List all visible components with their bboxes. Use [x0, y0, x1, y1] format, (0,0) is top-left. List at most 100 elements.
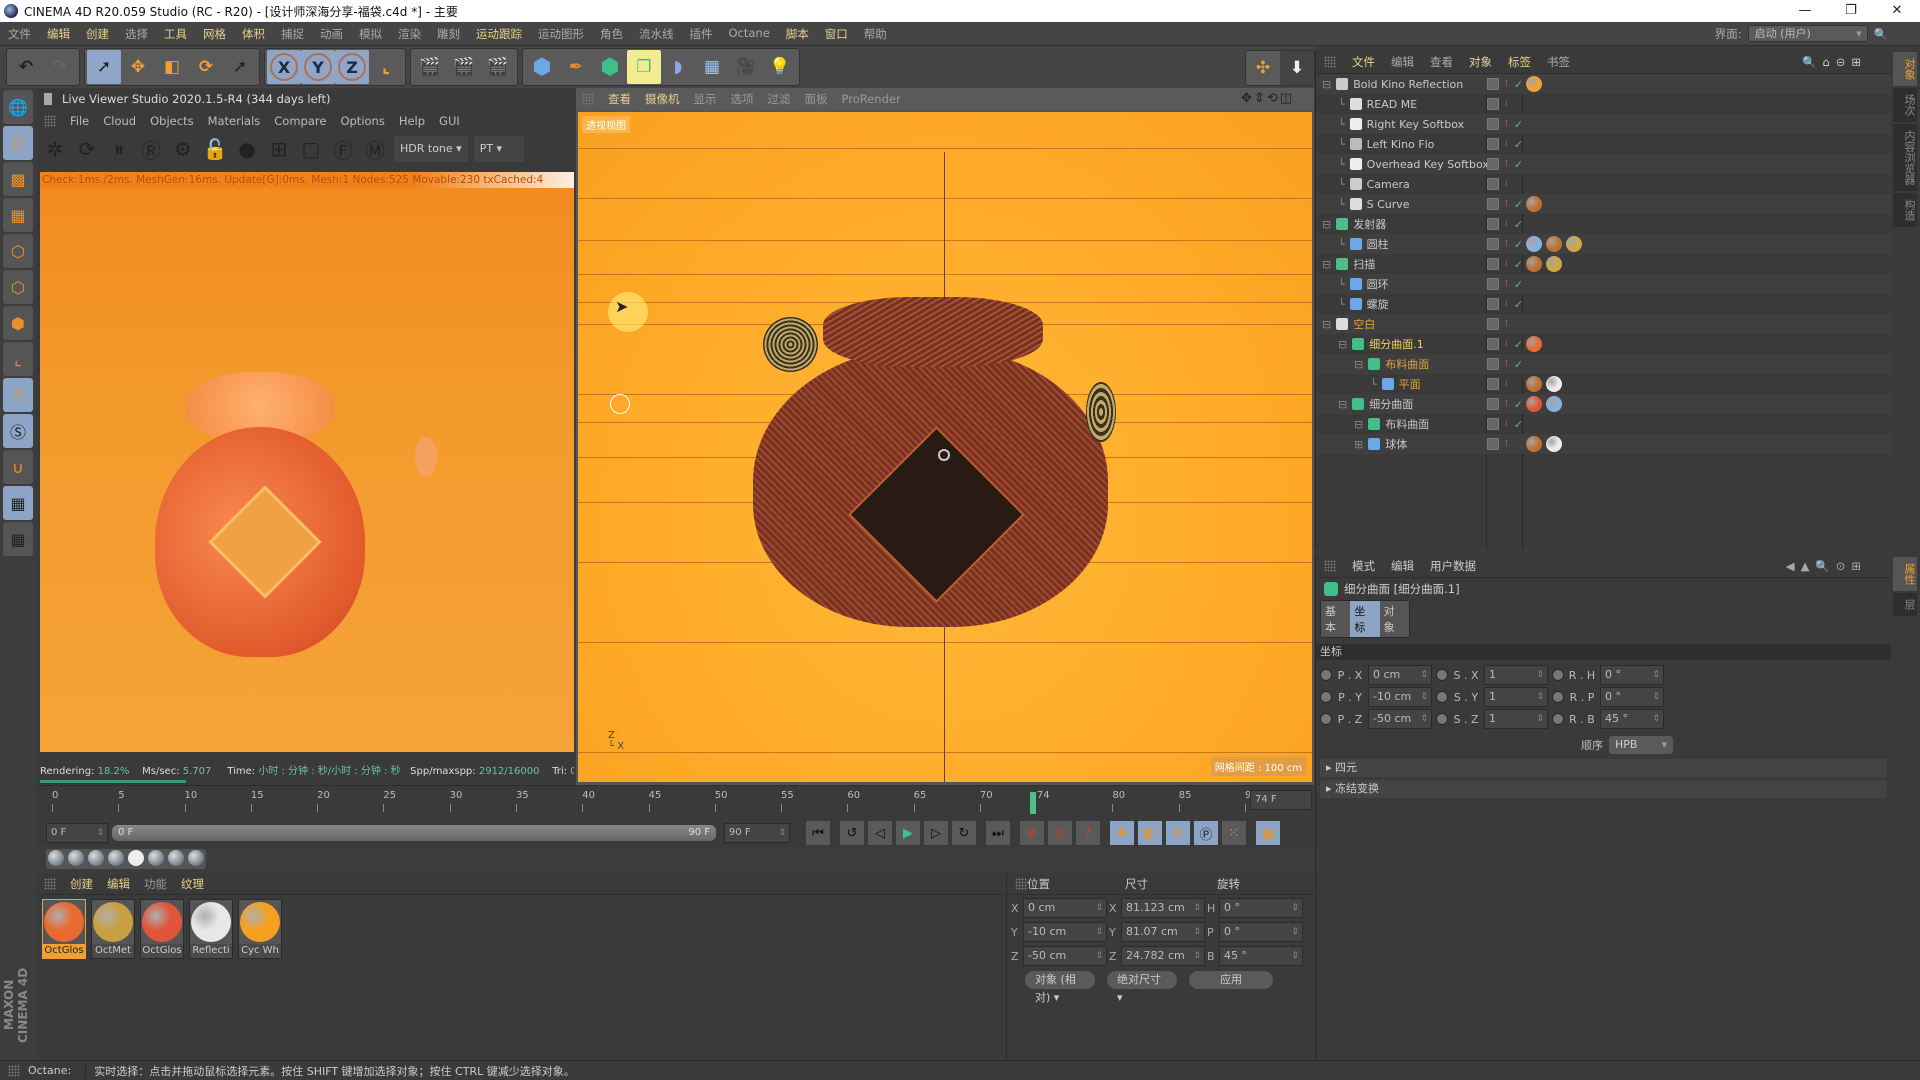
coordinate-pos-field[interactable]: -50 cm — [1023, 946, 1107, 966]
om-header-icons[interactable]: 🔍⌂⊝⊞ — [1802, 55, 1867, 69]
apply-button[interactable]: 应用 — [1189, 971, 1273, 989]
layer-icon[interactable] — [1487, 138, 1499, 150]
menu-item[interactable]: 体积 — [234, 26, 273, 42]
enabled-check-icon[interactable]: ✓ — [1514, 78, 1523, 91]
tag-icon[interactable] — [1546, 236, 1562, 252]
search-icon[interactable]: 🔍 — [1874, 27, 1888, 41]
object-row[interactable]: ⊟ 细分曲面.1 ⁞ ✓ — [1316, 334, 1891, 354]
vp-menu-display[interactable]: 显示 — [694, 91, 717, 107]
expand-toggle-icon[interactable]: ⊟ — [1338, 398, 1347, 411]
coordinate-rot-field[interactable]: 0 ° — [1219, 898, 1303, 918]
keyframe-selection-icon[interactable]: ? — [1076, 821, 1100, 845]
layer-icon[interactable] — [1487, 98, 1499, 110]
fold-quaternion[interactable]: ▸ 四元 — [1320, 759, 1887, 777]
lv-menu-cloud[interactable]: Cloud — [103, 114, 136, 128]
object-row[interactable]: └ READ ME ⁞ — [1316, 94, 1891, 114]
object-row[interactable]: ⊟ Bold Kino Reflection ⁞ ✓ — [1316, 74, 1891, 94]
visibility-dots-icon[interactable]: ⁞ — [1505, 219, 1508, 229]
tag-icon[interactable] — [1526, 236, 1542, 252]
tag-icon[interactable] — [1546, 436, 1562, 452]
expand-toggle-icon[interactable]: ⊟ — [1322, 218, 1331, 231]
fold-freeze-transform[interactable]: ▸ 冻结变换 — [1320, 780, 1887, 798]
enabled-check-icon[interactable]: ✓ — [1514, 218, 1523, 231]
attribute-field[interactable]: -50 cm — [1368, 709, 1432, 729]
lv-menu-materials[interactable]: Materials — [208, 114, 261, 128]
tag-icon[interactable] — [1526, 336, 1542, 352]
render-preview[interactable]: Check:1ms./2ms. MeshGen:16ms. Update[G]:… — [40, 172, 574, 752]
clay-mode-icon[interactable]: ▢ — [298, 136, 324, 162]
recent-tool-icon[interactable]: ➚ — [223, 50, 257, 84]
menu-item[interactable]: 编辑 — [39, 26, 78, 42]
menu-item[interactable]: 帮助 — [856, 26, 895, 42]
expand-toggle-icon[interactable]: ⊟ — [1354, 418, 1363, 431]
menu-item[interactable]: 选择 — [117, 26, 156, 42]
object-row[interactable]: ⊟ 布料曲面 ⁞ ✓ — [1316, 354, 1891, 374]
object-row[interactable]: └ S Curve ⁞ ✓ — [1316, 194, 1891, 214]
vp-menu-prorender[interactable]: ProRender — [842, 92, 901, 106]
material-swatch[interactable]: Reflecti — [189, 899, 233, 959]
send-scene-icon[interactable]: ✲ — [42, 136, 68, 162]
attribute-field[interactable]: 1 — [1484, 665, 1548, 685]
material-swatch[interactable]: OctGlos — [140, 899, 184, 959]
coordinate-system-icon[interactable]: ⌞ — [369, 50, 403, 84]
model-mode-icon[interactable]: ⬡ — [3, 126, 33, 160]
layer-icon[interactable] — [1487, 298, 1499, 310]
object-row[interactable]: ⊟ 空白 ⁞ — [1316, 314, 1891, 334]
object-row[interactable]: └ Right Key Softbox ⁞ ✓ — [1316, 114, 1891, 134]
pen-icon[interactable]: ✒ — [559, 50, 593, 84]
menu-item[interactable]: 角色 — [592, 26, 631, 42]
tag-icon[interactable] — [1546, 376, 1562, 392]
attribute-field[interactable]: 0 ° — [1600, 687, 1664, 707]
menu-item[interactable]: 文件 — [0, 26, 39, 42]
attribute-tab[interactable]: 坐标 — [1350, 601, 1380, 637]
tag-icon[interactable] — [1526, 196, 1542, 212]
visibility-dots-icon[interactable]: ⁞ — [1505, 179, 1508, 189]
visibility-dots-icon[interactable]: ⁞ — [1505, 419, 1508, 429]
animate-radio[interactable] — [1552, 713, 1564, 725]
maximize-button[interactable]: ❐ — [1828, 0, 1874, 22]
vp-menu-options[interactable]: 选项 — [731, 91, 754, 107]
edges-mode-icon[interactable]: ⬡ — [3, 270, 33, 304]
start-frame-field[interactable]: 0 F — [46, 823, 108, 843]
layer-icon[interactable] — [1487, 318, 1499, 330]
coordinate-rot-field[interactable]: 45 ° — [1219, 946, 1303, 966]
am-menu-edit[interactable]: 编辑 — [1391, 558, 1414, 574]
menu-item[interactable]: 运动图形 — [530, 26, 592, 42]
play-icon[interactable]: ▶ — [896, 821, 920, 845]
axis-tool-icon[interactable]: ✣ — [1246, 51, 1280, 85]
attribute-tab[interactable]: 基本 — [1321, 601, 1351, 637]
cube-icon[interactable]: ⬢ — [525, 50, 559, 84]
object-row[interactable]: └ 圆柱 ⁞ ✓ — [1316, 234, 1891, 254]
menu-item[interactable]: 流水线 — [631, 26, 682, 42]
object-row[interactable]: ⊟ 细分曲面 ⁞ ✓ — [1316, 394, 1891, 414]
menu-item[interactable]: 运动跟踪 — [468, 26, 530, 42]
attribute-field[interactable]: -10 cm — [1368, 687, 1432, 707]
add-region-icon[interactable]: ⊞ — [266, 136, 292, 162]
object-row[interactable]: └ 圆环 ⁞ ✓ — [1316, 274, 1891, 294]
solo-mode-icon[interactable]: Ⓢ — [3, 414, 33, 448]
menu-item[interactable]: 工具 — [156, 26, 195, 42]
restart-render-icon[interactable]: ⟳ — [74, 136, 100, 162]
camera-icon[interactable]: 🎥 — [729, 50, 763, 84]
animate-radio[interactable] — [1320, 669, 1332, 681]
visibility-dots-icon[interactable]: ⁞ — [1505, 439, 1508, 449]
tag-icon[interactable] — [1546, 396, 1562, 412]
expand-toggle-icon[interactable]: ⊟ — [1322, 78, 1331, 91]
auto-key-icon[interactable]: ⓪ — [1048, 821, 1072, 845]
animate-radio[interactable] — [1552, 691, 1564, 703]
vp-menu-panel[interactable]: 面板 — [805, 91, 828, 107]
layer-icon[interactable] — [1487, 358, 1499, 370]
next-key-icon[interactable]: ↻ — [952, 821, 976, 845]
side-tab[interactable]: 内容浏览器 — [1893, 124, 1917, 191]
object-row[interactable]: ⊟ 发射器 ⁞ ✓ — [1316, 214, 1891, 234]
attribute-field[interactable]: 1 — [1484, 709, 1548, 729]
object-row[interactable]: └ 平面 ⁞ — [1316, 374, 1891, 394]
attribute-tab[interactable]: 对象 — [1379, 601, 1409, 637]
object-row[interactable]: └ 螺旋 ⁞ ✓ — [1316, 294, 1891, 314]
coordinate-size-field[interactable]: 24.782 cm — [1121, 946, 1205, 966]
workplane-lock-icon[interactable]: ▦ — [3, 486, 33, 520]
menu-item[interactable]: 渲染 — [390, 26, 429, 42]
vp-menu-camera[interactable]: 摄像机 — [645, 91, 680, 107]
coordinate-pos-field[interactable]: -10 cm — [1023, 922, 1107, 942]
close-button[interactable]: ✕ — [1874, 0, 1920, 22]
